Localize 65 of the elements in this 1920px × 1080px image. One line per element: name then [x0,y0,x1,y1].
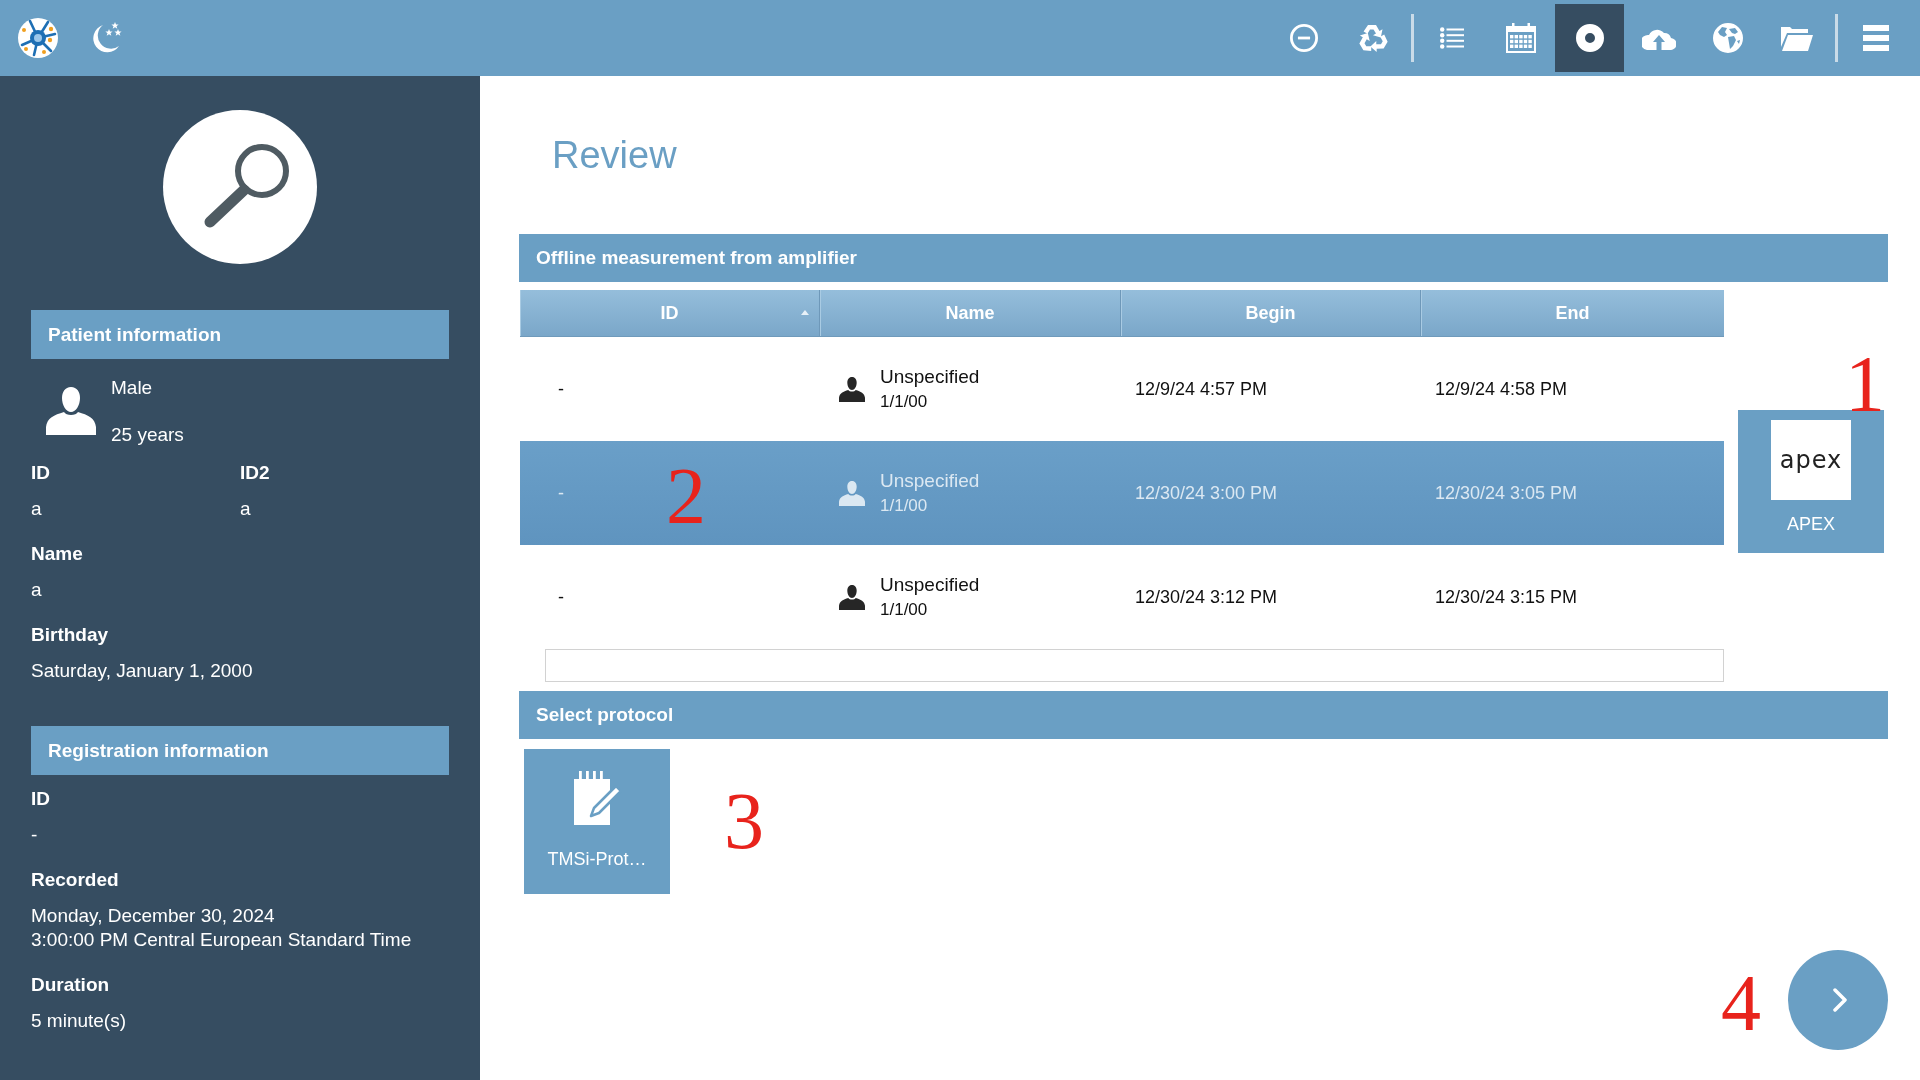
field-value: 5 minute(s) [31,1009,128,1033]
field-label: Duration [31,973,111,997]
section-header: Select protocol [519,691,1888,739]
gender-text: Male [111,376,154,400]
patient-name: Unspecified [880,469,980,493]
calendar-icon [1505,23,1536,53]
annotation-number: 3 [724,781,764,861]
page-title: Review [552,133,677,178]
table-cell: - [558,378,564,400]
notepad-pencil-icon [572,771,622,827]
neuron-logo-icon [18,18,58,58]
protocol-tile[interactable]: TMSi-Prot… [524,749,670,894]
column-header[interactable]: ID [520,290,820,336]
table-cell: 12/9/24 4:57 PM [1135,378,1268,400]
globe-icon [1712,23,1743,53]
person-icon [839,584,865,610]
device-tile[interactable]: apex APEX [1738,410,1884,553]
list-icon [1439,27,1464,49]
field-value: a [31,497,43,521]
recycle-icon [1356,23,1389,53]
patient-name: Unspecified [880,573,980,597]
patient-date: 1/1/00 [880,599,929,621]
magnifier-icon [163,110,317,264]
field-value: Saturday, January 1, 2000 [31,659,254,683]
column-header[interactable]: Name [820,290,1121,336]
patient-date: 1/1/00 [880,495,929,517]
age-text: 25 years [111,423,184,447]
person-icon [839,376,865,402]
table-cell: - [558,482,564,504]
patient-name: Unspecified [880,365,980,389]
field-label: ID2 [240,461,271,485]
patient-date: 1/1/00 [880,391,929,413]
column-header[interactable]: Begin [1121,290,1421,336]
field-label: Birthday [31,623,110,647]
section-header: Offline measurement from amplifier [519,234,1888,282]
section-header: Registration information [31,726,449,775]
field-value: Monday, December 30, 2024 3:00:00 PM Central European Standard Time [31,904,413,952]
table-cell: 12/30/24 3:15 PM [1435,586,1578,608]
field-value: a [240,497,252,521]
table-row[interactable]: - Unspecified 1/1/00 12/30/24 3:12 PM 12/30/24 3:15 PM [520,545,1724,649]
table-cell: 12/30/24 3:00 PM [1135,482,1278,504]
field-label: ID [31,787,51,811]
column-header[interactable]: End [1421,290,1724,336]
table-cell: 12/9/24 4:58 PM [1435,378,1568,400]
field-label: ID [31,461,51,485]
table-cell: - [558,586,564,608]
folder-icon [1780,25,1813,51]
field-value: - [31,823,39,847]
field-value: a [31,578,43,602]
person-icon [839,480,865,506]
chevron-right-icon [1833,988,1847,1012]
menu-icon [1862,25,1889,51]
table-cell: 12/30/24 3:12 PM [1135,586,1278,608]
section-header: Patient information [31,310,449,359]
ring-icon [1575,24,1604,52]
sort-arrow-icon [801,310,809,315]
toolbar-button[interactable] [1555,4,1624,72]
annotation-number: 2 [666,456,706,536]
field-label: Name [31,542,84,566]
annotation-number: 4 [1721,963,1761,1043]
minus-circle-icon [1289,24,1318,52]
device-logo: apex [1771,420,1851,500]
table-row[interactable]: - Unspecified 1/1/00 12/9/24 4:57 PM 12/9/24 4:58 PM [520,337,1724,441]
person-icon [46,387,96,435]
field-label: Recorded [31,868,120,892]
